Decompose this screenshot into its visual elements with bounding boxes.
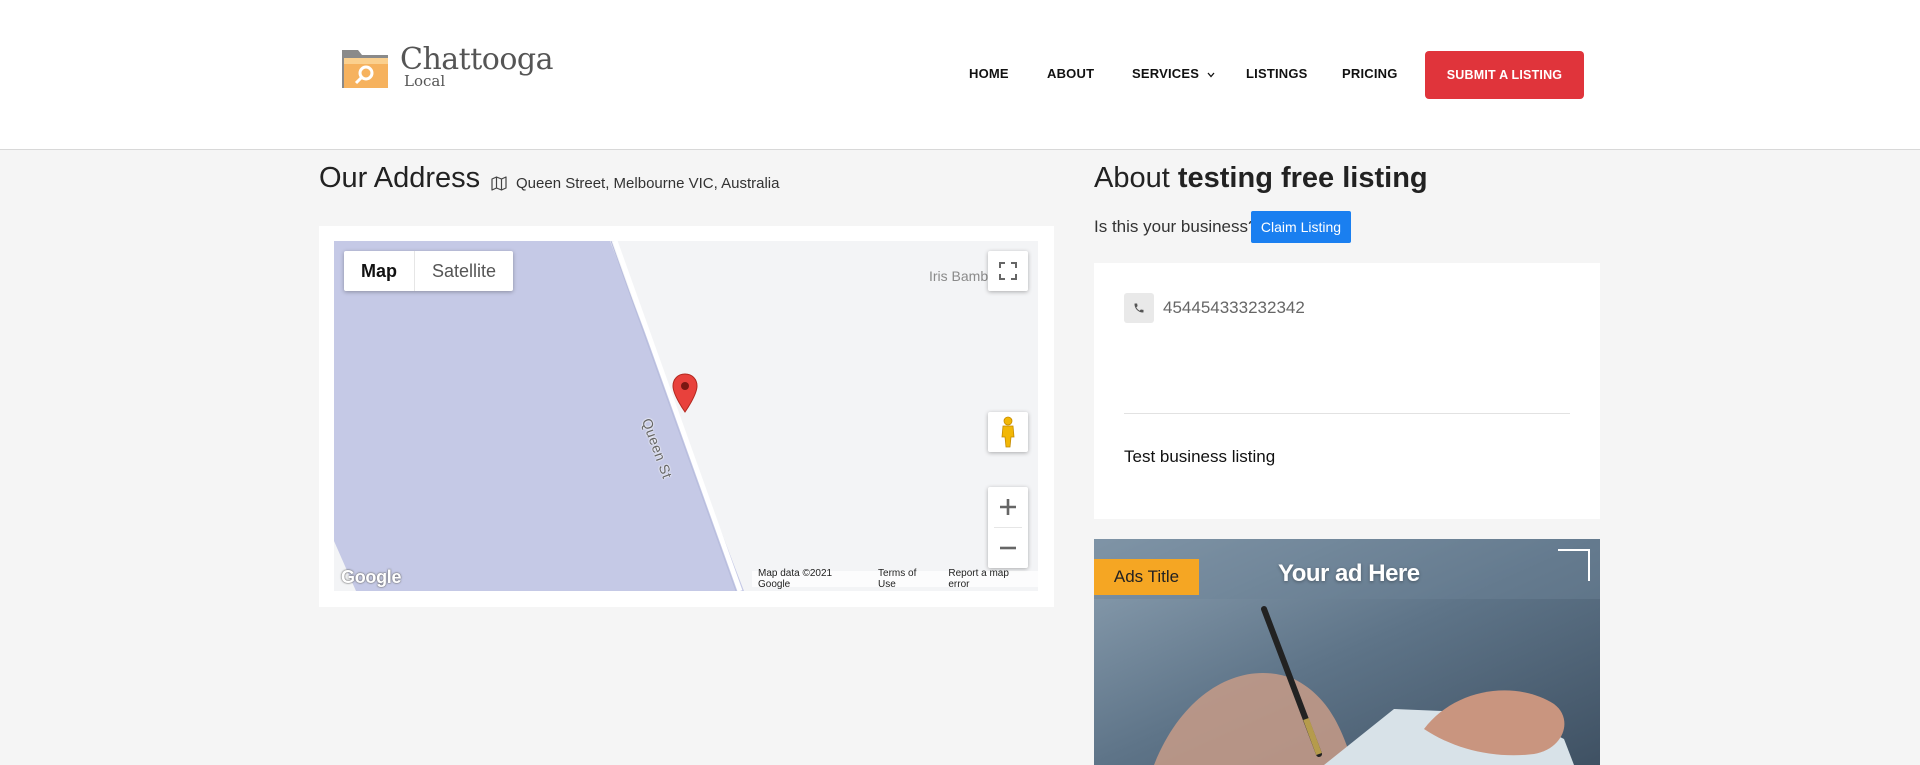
folder-search-icon	[342, 50, 388, 88]
pegman-icon	[1001, 416, 1015, 448]
nav-pricing[interactable]: PRICING	[1342, 66, 1398, 81]
nav-listings[interactable]: LISTINGS	[1246, 66, 1308, 81]
map-tiles	[334, 241, 744, 591]
map-poi-label-text: Iris Bamb	[929, 268, 989, 284]
address-text: Queen Street, Melbourne VIC, Australia	[516, 175, 780, 192]
map-type-control: Map Satellite	[344, 251, 514, 291]
nav-services[interactable]: SERVICES	[1132, 66, 1215, 81]
ad-title: Your ad Here	[1278, 560, 1420, 587]
listing-description: Test business listing	[1124, 447, 1276, 466]
street-view-pegman[interactable]	[988, 412, 1028, 452]
google-map[interactable]: Iris Bambft Queen St Map Satellite	[334, 241, 1038, 591]
plus-icon	[1000, 499, 1016, 515]
ad-banner[interactable]: Ads Title Your ad Here	[1094, 539, 1600, 765]
listing-name: testing free listing	[1177, 162, 1428, 194]
address-title: Our Address	[319, 162, 481, 194]
phone-number[interactable]: 454454333232342	[1163, 298, 1305, 318]
phone-icon	[1124, 293, 1154, 323]
zoom-out-button[interactable]	[999, 528, 1017, 568]
corner-bracket-icon	[1558, 549, 1590, 581]
site-logo[interactable]: Chattooga Local	[340, 40, 554, 92]
zoom-control	[988, 487, 1028, 568]
about-title: About testing free listing	[1094, 162, 1428, 195]
listing-info-card: 454454333232342 Test business listing	[1094, 263, 1600, 519]
claim-listing-button[interactable]: Claim Listing	[1251, 211, 1351, 243]
map-data-credit: Map data ©2021 Google	[758, 568, 833, 590]
logo-sub: Local	[404, 72, 446, 90]
minus-icon	[1000, 546, 1016, 550]
nav-services-label: SERVICES	[1132, 66, 1200, 81]
map-card: Iris Bambft Queen St Map Satellite	[319, 226, 1054, 607]
report-map-error-link[interactable]: Report a map error	[948, 568, 1032, 590]
map-type-satellite-button[interactable]: Satellite	[415, 251, 513, 291]
fullscreen-icon	[999, 262, 1017, 280]
phone-glyph	[1134, 303, 1144, 313]
chevron-down-icon	[1207, 72, 1215, 78]
ad-badge: Ads Title	[1094, 559, 1199, 595]
nav-home[interactable]: HOME	[969, 66, 1009, 81]
map-footer: Map data ©2021 Google Terms of Use Repor…	[752, 568, 1038, 590]
zoom-in-button[interactable]	[999, 487, 1017, 527]
map-type-map-button[interactable]: Map	[344, 251, 415, 291]
map-icon	[491, 176, 507, 191]
google-logo[interactable]: Google	[341, 567, 402, 588]
about-prefix: About	[1094, 162, 1170, 194]
fullscreen-button[interactable]	[988, 251, 1028, 291]
terms-of-use-link[interactable]: Terms of Use	[878, 568, 936, 590]
divider	[1124, 413, 1570, 414]
site-header: Chattooga Local HOME ABOUT SERVICES LIST…	[0, 0, 1920, 150]
claim-question: Is this your business?	[1094, 217, 1258, 236]
nav-about[interactable]: ABOUT	[1047, 66, 1094, 81]
map-marker-icon[interactable]	[672, 373, 698, 413]
submit-listing-button[interactable]: SUBMIT A LISTING	[1425, 51, 1584, 99]
